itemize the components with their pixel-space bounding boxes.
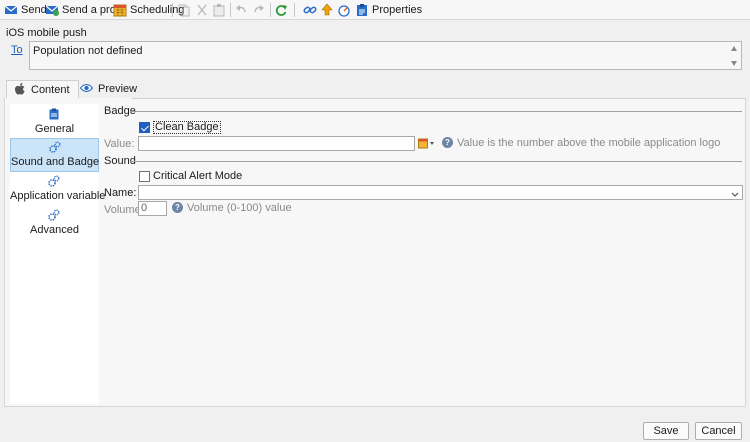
tab-content[interactable]: Content [6,80,79,99]
sidebar-item-label: Sound and Badge [11,156,100,168]
clean-badge-label: Clean Badge [153,120,221,134]
critical-alert-checkbox[interactable]: Critical Alert Mode [139,170,242,182]
tab-divider [132,98,746,99]
toolbar-separator [294,3,295,17]
eye-icon [79,83,94,96]
calendar-icon [113,3,127,17]
volume-input[interactable]: 0 [138,201,167,216]
undo-icon[interactable] [234,2,248,18]
sidebar-item-label: Advanced [30,224,79,236]
cut-icon[interactable] [195,2,209,18]
upload-icon[interactable] [320,2,334,18]
sound-name-select[interactable] [138,185,743,200]
help-icon[interactable]: ? [172,202,183,213]
tab-content-label: Content [31,84,70,96]
checkbox-checked-icon[interactable] [139,121,150,133]
sound-divider [130,161,742,162]
envelope-check-icon [45,3,59,17]
link-icon[interactable] [303,2,317,18]
cancel-button[interactable]: Cancel [695,422,742,440]
sidebar-nav: General Sound and Badge Application vari… [10,104,106,404]
toolbar: Send Send a proof Scheduling Properties [0,0,750,20]
save-button[interactable]: Save [643,422,689,440]
calendar-dropdown-icon[interactable] [418,138,436,152]
tab-preview[interactable]: Preview [72,80,145,98]
send-label: Send [21,4,47,16]
apple-icon [15,82,26,98]
to-scrollbar[interactable] [728,42,741,69]
gears-icon [48,209,60,221]
copy-icon[interactable] [177,2,191,18]
scroll-up-icon[interactable] [731,46,737,51]
gauge-icon[interactable] [337,2,351,18]
value-help-text: Value is the number above the mobile app… [457,137,721,149]
value-label: Value: [104,138,135,150]
refresh-icon[interactable] [274,2,288,18]
help-icon[interactable]: ? [442,137,453,148]
gears-icon [49,141,61,153]
toolbar-separator [230,3,231,17]
critical-alert-label: Critical Alert Mode [153,170,243,182]
clipboard-icon [48,108,60,120]
page-title: iOS mobile push [6,27,87,39]
properties-label: Properties [372,4,423,16]
sidebar-item-application-variable[interactable]: Application variable [10,173,106,207]
redo-icon[interactable] [252,2,266,18]
sidebar-item-label: General [34,123,75,135]
to-value: Population not defined [33,45,143,57]
sidebar-item-label: Application variable [10,190,106,202]
to-field[interactable]: Population not defined [29,41,742,70]
scroll-down-icon[interactable] [731,61,737,66]
toolbar-separator [172,3,173,17]
to-link[interactable]: To [11,44,23,56]
paste-icon[interactable] [212,2,226,18]
tab-preview-label: Preview [98,83,138,95]
gears-icon [48,175,60,187]
badge-value-input[interactable] [138,136,415,151]
envelope-icon [4,3,18,17]
name-label: Name: [104,187,137,199]
volume-help-text: Volume (0-100) value [187,202,292,214]
clean-badge-checkbox[interactable]: Clean Badge [139,120,221,134]
clipboard-icon [355,3,369,17]
sidebar-item-sound-and-badge[interactable]: Sound and Badge [10,138,99,172]
sidebar-item-advanced[interactable]: Advanced [10,207,99,241]
checkbox-unchecked-icon[interactable] [139,170,150,182]
badge-divider [130,111,742,112]
properties-button[interactable]: Properties [355,2,422,18]
chevron-down-icon[interactable] [731,189,739,201]
scheduling-button[interactable]: Scheduling [113,2,184,18]
send-button[interactable]: Send [4,2,47,18]
toolbar-separator [270,3,271,17]
sidebar-item-general[interactable]: General [10,106,99,140]
